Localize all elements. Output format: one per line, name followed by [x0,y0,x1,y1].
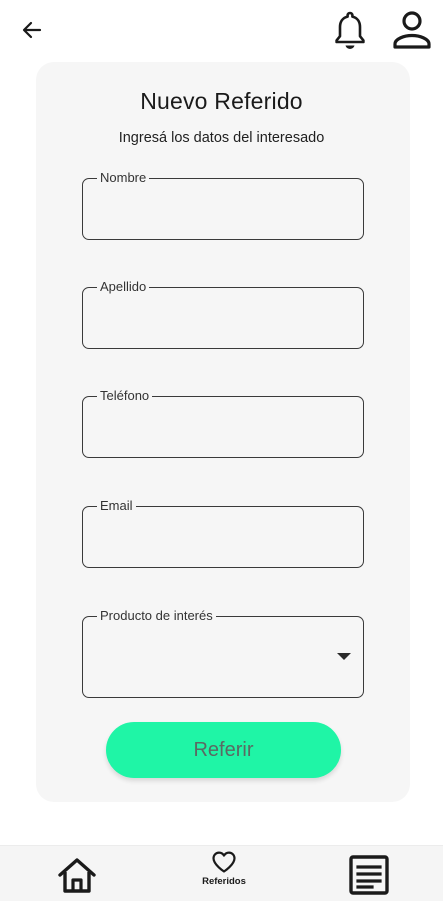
nombre-field[interactable]: Nombre [82,170,364,240]
home-icon [58,858,96,893]
nav-home-button[interactable] [56,856,98,896]
nav-list-button[interactable] [348,854,392,898]
nav-referrals-button[interactable]: Referidos [192,850,256,898]
notifications-button[interactable] [330,8,370,52]
apellido-label: Apellido [97,279,150,295]
list-icon [349,855,389,895]
page-subtitle: Ingresá los datos del interesado [118,130,325,146]
top-bar [0,0,443,62]
producto-label: Producto de interés [97,608,216,624]
nombre-label: Nombre [97,170,150,186]
back-button[interactable] [14,12,50,48]
user-icon [393,11,431,49]
telefono-input[interactable] [97,415,349,443]
email-label: Email [97,498,136,514]
page-title: Nuevo Referido [140,88,303,114]
producto-select[interactable]: Producto de interés [82,608,364,698]
referir-button[interactable]: Referir [106,722,341,778]
arrow-left-icon [22,21,42,39]
nav-referrals-label: Referidos [202,876,246,887]
apellido-input[interactable] [97,306,349,334]
nombre-input[interactable] [97,197,349,225]
profile-button[interactable] [390,8,434,52]
dropdown-caret-icon[interactable] [337,653,351,660]
email-field[interactable]: Email [82,498,364,568]
apellido-field[interactable]: Apellido [82,279,364,349]
heart-icon [212,851,236,873]
email-input[interactable] [97,525,349,553]
bottom-navigation: Referidos [0,845,443,901]
bell-icon [335,11,365,49]
telefono-field[interactable]: Teléfono [82,388,364,458]
telefono-label: Teléfono [97,388,153,404]
